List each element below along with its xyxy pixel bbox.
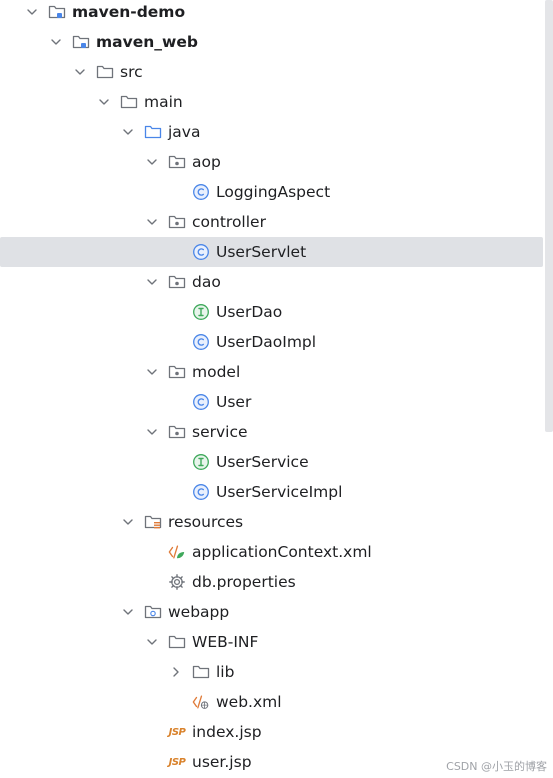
module-folder-icon <box>72 33 90 51</box>
tree-node-userdaoimpl[interactable]: UserDaoImpl <box>0 327 543 357</box>
package-icon <box>168 153 186 171</box>
package-icon <box>168 213 186 231</box>
tree-node-userdao[interactable]: UserDao <box>0 297 543 327</box>
jsp-icon: JSP <box>168 723 186 741</box>
chevron-down-icon[interactable] <box>144 154 160 170</box>
tree-node-label: webapp <box>168 603 230 621</box>
chevron-down-icon[interactable] <box>144 634 160 650</box>
source-folder-icon <box>144 123 162 141</box>
tree-node-label: LoggingAspect <box>216 183 331 201</box>
properties-gear-icon <box>168 573 186 591</box>
interface-icon <box>192 453 210 471</box>
folder-icon <box>120 93 138 111</box>
tree-node-maven-web[interactable]: maven_web <box>0 27 543 57</box>
folder-icon <box>192 663 210 681</box>
tree-node-label: db.properties <box>192 573 296 591</box>
tree-node-label: main <box>144 93 183 111</box>
tree-node-service[interactable]: service <box>0 417 543 447</box>
tree-node-label: WEB-INF <box>192 633 259 651</box>
folder-icon <box>168 633 186 651</box>
tree-node-label: user.jsp <box>192 753 252 771</box>
tree-node-web-xml[interactable]: web.xml <box>0 687 543 717</box>
tree-node-applicationcontext-xml[interactable]: applicationContext.xml <box>0 537 543 567</box>
chevron-down-icon[interactable] <box>72 64 88 80</box>
tree-node-controller[interactable]: controller <box>0 207 543 237</box>
web-folder-icon <box>144 603 162 621</box>
tree-node-webapp[interactable]: webapp <box>0 597 543 627</box>
chevron-down-icon[interactable] <box>120 604 136 620</box>
class-icon <box>192 333 210 351</box>
tree-node-label: User <box>216 393 252 411</box>
tree-node-model[interactable]: model <box>0 357 543 387</box>
chevron-down-icon[interactable] <box>120 124 136 140</box>
chevron-down-icon[interactable] <box>96 94 112 110</box>
project-tree: CSDN @小玉的博客 maven-demo maven_web src main ja… <box>0 0 553 778</box>
tree-node-label: maven-demo <box>72 3 186 21</box>
chevron-down-icon[interactable] <box>144 424 160 440</box>
tree-node-label: resources <box>168 513 244 531</box>
package-icon <box>168 423 186 441</box>
chevron-down-icon[interactable] <box>48 34 64 50</box>
class-icon <box>192 243 210 261</box>
resources-folder-icon <box>144 513 162 531</box>
tree-node-label: lib <box>216 663 235 681</box>
tree-node-lib[interactable]: lib <box>0 657 543 687</box>
tree-node-db-properties[interactable]: db.properties <box>0 567 543 597</box>
chevron-down-icon[interactable] <box>144 274 160 290</box>
jsp-icon: JSP <box>168 753 186 771</box>
tree-node-label: java <box>168 123 201 141</box>
class-icon <box>192 183 210 201</box>
tree-node-label: src <box>120 63 143 81</box>
tree-node-userserviceimpl[interactable]: UserServiceImpl <box>0 477 543 507</box>
tree-node-userservice[interactable]: UserService <box>0 447 543 477</box>
class-icon <box>192 393 210 411</box>
folder-icon <box>96 63 114 81</box>
tree-node-label: UserService <box>216 453 309 471</box>
class-icon <box>192 483 210 501</box>
tree-node-loggingaspect[interactable]: LoggingAspect <box>0 177 543 207</box>
tree-node-dao[interactable]: dao <box>0 267 543 297</box>
tree-node-java[interactable]: java <box>0 117 543 147</box>
tree-node-index-jsp[interactable]: JSP index.jsp <box>0 717 543 747</box>
vertical-scrollbar[interactable] <box>545 0 553 432</box>
tree-node-label: model <box>192 363 241 381</box>
tree-node-label: UserDao <box>216 303 283 321</box>
interface-icon <box>192 303 210 321</box>
jsp-icon-text: JSP <box>168 756 186 768</box>
tree-node-src[interactable]: src <box>0 57 543 87</box>
tree-node-resources[interactable]: resources <box>0 507 543 537</box>
chevron-down-icon[interactable] <box>144 214 160 230</box>
web-xml-icon <box>192 693 210 711</box>
tree-node-label: UserDaoImpl <box>216 333 317 351</box>
package-icon <box>168 363 186 381</box>
tree-node-label: UserServlet <box>216 243 307 261</box>
module-folder-icon <box>48 3 66 21</box>
tree-node-userservlet[interactable]: UserServlet <box>0 237 543 267</box>
jsp-icon-text: JSP <box>168 726 186 738</box>
spring-xml-icon <box>168 543 186 561</box>
tree-node-label: dao <box>192 273 221 291</box>
tree-node-main[interactable]: main <box>0 87 543 117</box>
tree-node-user[interactable]: User <box>0 387 543 417</box>
tree-node-user-jsp[interactable]: JSP user.jsp <box>0 747 543 777</box>
tree-node-maven-demo[interactable]: maven-demo <box>0 0 543 27</box>
chevron-down-icon[interactable] <box>24 4 40 20</box>
package-icon <box>168 273 186 291</box>
tree-node-aop[interactable]: aop <box>0 147 543 177</box>
tree-node-label: applicationContext.xml <box>192 543 372 561</box>
tree-node-label: index.jsp <box>192 723 262 741</box>
chevron-down-icon[interactable] <box>120 514 136 530</box>
tree-node-web-inf[interactable]: WEB-INF <box>0 627 543 657</box>
tree-node-label: controller <box>192 213 266 231</box>
chevron-right-icon[interactable] <box>168 664 184 680</box>
tree-node-label: service <box>192 423 248 441</box>
tree-node-label: aop <box>192 153 221 171</box>
tree-node-label: web.xml <box>216 693 282 711</box>
tree-node-label: UserServiceImpl <box>216 483 343 501</box>
chevron-down-icon[interactable] <box>144 364 160 380</box>
tree-node-label: maven_web <box>96 33 198 51</box>
